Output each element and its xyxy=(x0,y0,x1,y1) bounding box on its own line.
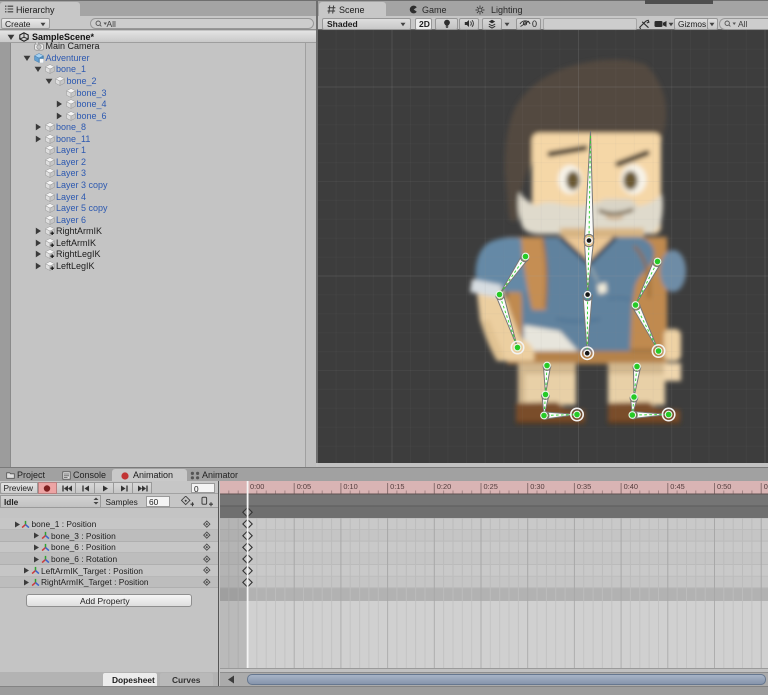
svg-text:0:45: 0:45 xyxy=(670,482,684,491)
svg-text:0:15: 0:15 xyxy=(390,482,404,491)
svg-text:0:25: 0:25 xyxy=(483,482,497,491)
svg-text:0:10: 0:10 xyxy=(343,482,357,491)
svg-text:0:40: 0:40 xyxy=(623,482,637,491)
svg-text:0:05: 0:05 xyxy=(296,482,310,491)
svg-text:0:00: 0:00 xyxy=(250,482,264,491)
svg-text:0:35: 0:35 xyxy=(576,482,590,491)
svg-text:0:55: 0:55 xyxy=(763,482,768,491)
svg-text:0:20: 0:20 xyxy=(436,482,450,491)
svg-text:0:50: 0:50 xyxy=(717,482,731,491)
svg-text:0:30: 0:30 xyxy=(530,482,544,491)
